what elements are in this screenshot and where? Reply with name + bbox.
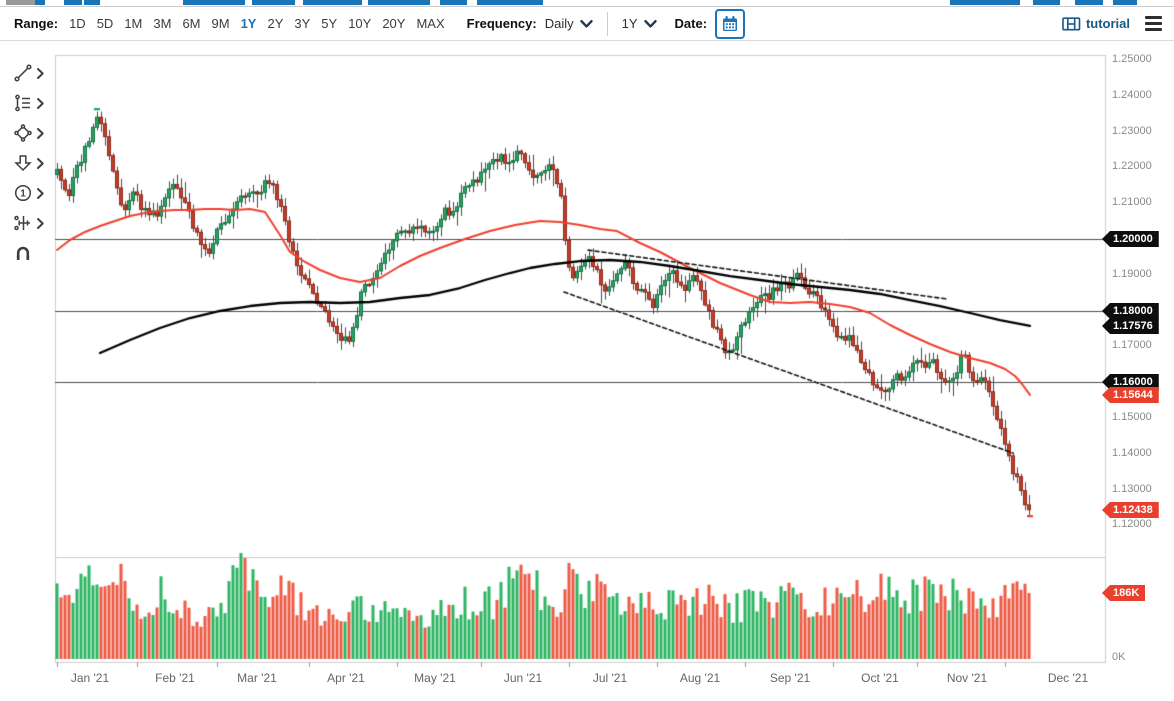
volume-badge: 186K — [1102, 585, 1145, 601]
price-axis-label: 1.14000 — [1112, 447, 1152, 459]
x-axis-label: Jun '21 — [504, 671, 542, 685]
x-axis-label: Jan '21 — [71, 671, 109, 685]
volume-axis-label: 0K — [1112, 651, 1125, 663]
x-axis-label: Nov '21 — [947, 671, 987, 685]
price-axis-label: 1.23000 — [1112, 125, 1152, 137]
x-axis-label: Mar '21 — [237, 671, 277, 685]
price-chart-canvas[interactable] — [0, 0, 1174, 701]
x-axis-label: May '21 — [414, 671, 456, 685]
x-axis-label: Dec '21 — [1048, 671, 1088, 685]
price-axis-label: 1.12000 — [1112, 518, 1152, 530]
price-axis-label: 1.15000 — [1112, 411, 1152, 423]
price-badge: 1.15644 — [1102, 387, 1159, 403]
x-axis-label: Apr '21 — [327, 671, 365, 685]
x-axis-label: Aug '21 — [680, 671, 720, 685]
price-axis-label: 1.22000 — [1112, 160, 1152, 172]
charting-app: { "colors":{ "accent_blue":"#1974b8","tu… — [0, 0, 1174, 701]
x-axis-label: Feb '21 — [155, 671, 195, 685]
price-axis-label: 1.24000 — [1112, 89, 1152, 101]
price-badge: 1.12438 — [1102, 502, 1159, 518]
price-axis-label: 1.13000 — [1112, 483, 1152, 495]
price-axis-label: 1.25000 — [1112, 53, 1152, 65]
price-axis-label: 1.17000 — [1112, 339, 1152, 351]
price-badge: 1.18000 — [1102, 303, 1159, 319]
price-axis-label: 1.21000 — [1112, 196, 1152, 208]
x-axis-label: Oct '21 — [861, 671, 899, 685]
x-axis-label: Sep '21 — [770, 671, 810, 685]
x-axis-label: Jul '21 — [593, 671, 627, 685]
price-badge: 1.17576 — [1102, 318, 1159, 334]
price-badge: 1.20000 — [1102, 231, 1159, 247]
price-axis-label: 1.19000 — [1112, 268, 1152, 280]
